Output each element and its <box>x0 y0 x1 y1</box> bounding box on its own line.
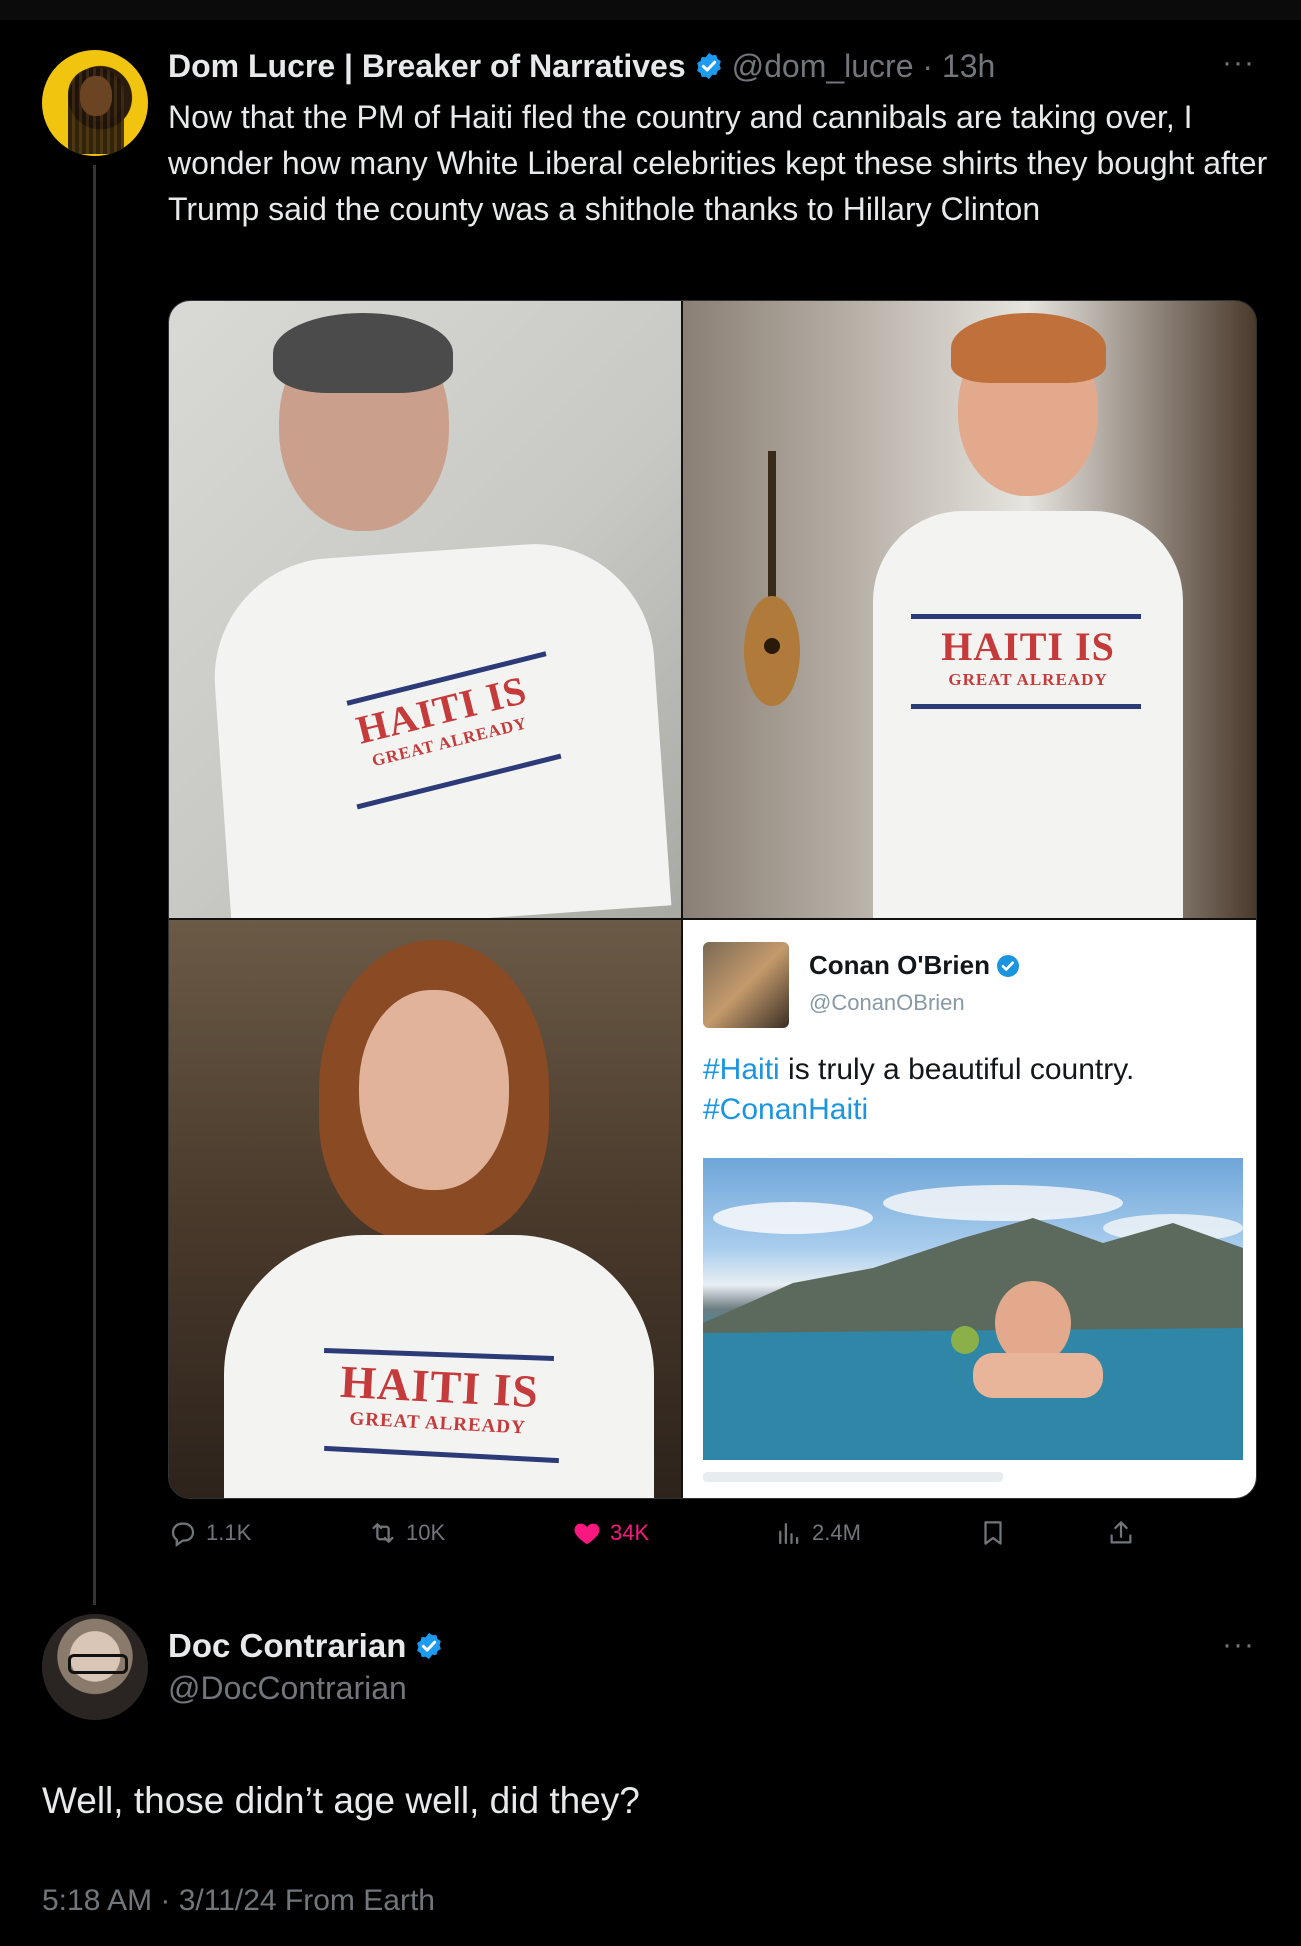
person-hair <box>273 313 453 393</box>
guitar-icon <box>744 451 800 706</box>
reply-author-name[interactable]: Doc Contrarian <box>168 1627 406 1665</box>
shirt-line-1: HAITI IS <box>941 624 1115 669</box>
avatar-face <box>80 76 112 116</box>
shirt-stripe-bottom <box>911 704 1141 709</box>
media-photo-1: HAITI IS GREAT ALREADY <box>169 301 681 918</box>
embedded-author-name: Conan O'Brien <box>809 950 990 980</box>
avatar-glasses <box>68 1654 128 1674</box>
repost-count: 10K <box>406 1520 446 1545</box>
reply-header: Doc Contrarian <box>168 1626 452 1666</box>
hashtag-haiti: #Haiti <box>703 1053 780 1086</box>
top-bar <box>0 0 1301 20</box>
reply-button[interactable]: 1.1K <box>168 1518 251 1548</box>
bookmark-icon <box>984 1521 1002 1545</box>
thread-line <box>93 165 96 1605</box>
action-bar: 1.1K 10K 34K 2.4M <box>168 1518 1168 1558</box>
share-icon <box>1110 1521 1132 1544</box>
shirt <box>873 511 1183 918</box>
verified-badge-icon <box>696 52 721 80</box>
embedded-text: #Haiti is truly a beautiful country. #Co… <box>703 1050 1243 1130</box>
avatar[interactable] <box>42 1614 148 1720</box>
shirt-stripe-top <box>911 614 1141 619</box>
shirt-text: HAITI IS GREAT ALREADY <box>903 623 1153 690</box>
tweet-text: Now that the PM of Haiti fled the countr… <box>168 99 1268 227</box>
heart-icon <box>574 1523 600 1545</box>
embedded-tweet-screenshot: Conan O'Brien @ConanOBrien #Haiti is tru… <box>683 920 1256 1498</box>
mountain-scenery <box>703 1185 1243 1460</box>
verified-badge-icon <box>417 1632 442 1660</box>
tweet-media[interactable]: HAITI IS GREAT ALREADY HAITI IS GREAT AL… <box>168 300 1257 1499</box>
author-name[interactable]: Dom Lucre | Breaker of Narratives <box>168 48 686 85</box>
embedded-handle: @ConanOBrien <box>809 990 965 1015</box>
views-button[interactable]: 2.4M <box>774 1518 861 1548</box>
shirt-text: HAITI IS GREAT ALREADY <box>307 1353 571 1442</box>
shirt-line-2: GREAT ALREADY <box>948 670 1108 689</box>
embedded-beach-photo <box>703 1158 1243 1460</box>
embedded-text-body: is truly a beautiful country. <box>779 1053 1135 1086</box>
more-options-icon[interactable]: ··· <box>1222 1628 1255 1662</box>
media-photo-2: HAITI IS GREAT ALREADY <box>683 301 1256 918</box>
media-photo-3: HAITI IS GREAT ALREADY <box>169 920 681 1498</box>
avatar[interactable] <box>42 50 148 156</box>
person-hair <box>951 313 1106 383</box>
tweet-header: Dom Lucre | Breaker of Narratives @dom_l… <box>168 46 995 86</box>
embedded-author: Conan O'Brien <box>809 950 1020 981</box>
reply-timestamp[interactable]: 5:18 AM · 3/11/24 From Earth <box>42 1884 435 1918</box>
reply-author-handle[interactable]: @DocContrarian <box>168 1670 407 1707</box>
embedded-footer <box>703 1472 1003 1482</box>
more-options-icon[interactable]: ··· <box>1222 46 1255 80</box>
author-handle-time[interactable]: @dom_lucre · 13h <box>732 48 996 85</box>
analytics-icon <box>779 1523 799 1545</box>
reply-text: Well, those didn’t age well, did they? <box>42 1780 640 1821</box>
views-count: 2.4M <box>812 1520 861 1545</box>
verified-badge-icon <box>996 954 1019 977</box>
embedded-avatar <box>703 942 789 1028</box>
person-head <box>359 990 509 1190</box>
like-button[interactable]: 34K <box>572 1518 649 1548</box>
share-button[interactable] <box>1106 1518 1144 1548</box>
like-count: 34K <box>610 1520 650 1545</box>
hashtag-conanhaiti: #ConanHaiti <box>703 1093 869 1126</box>
reply-icon <box>171 1522 195 1548</box>
repost-icon <box>372 1523 394 1543</box>
bookmark-button[interactable] <box>978 1518 1016 1548</box>
repost-button[interactable]: 10K <box>368 1518 445 1548</box>
reply-count: 1.1K <box>206 1520 252 1545</box>
